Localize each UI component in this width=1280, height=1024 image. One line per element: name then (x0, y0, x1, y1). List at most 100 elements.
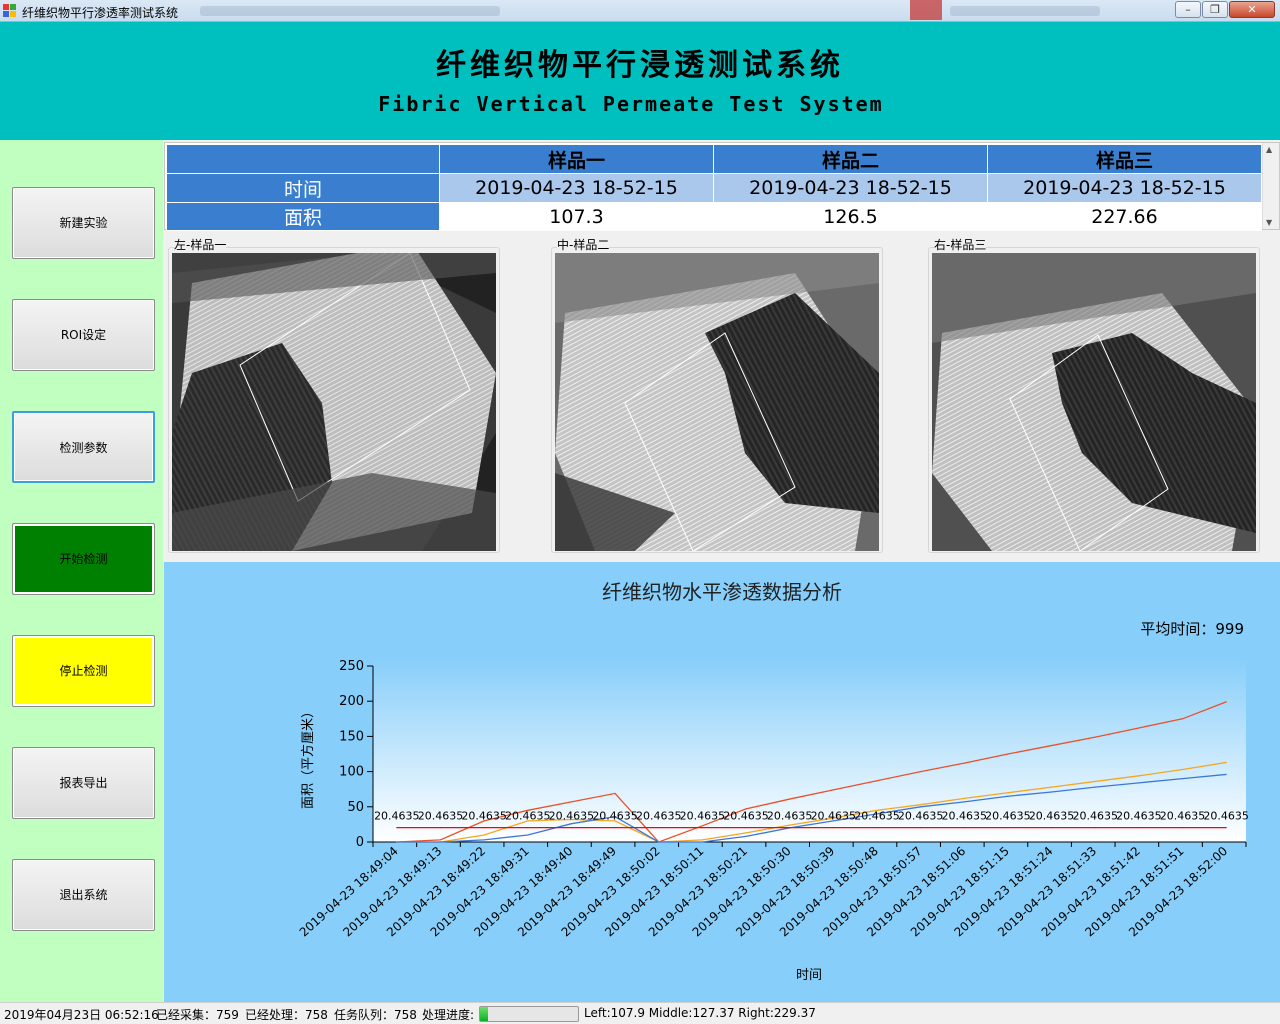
data-label: 20.4635 (461, 810, 507, 823)
progress-bar-fill (480, 1007, 488, 1021)
data-point (1007, 792, 1009, 794)
data-label: 20.4635 (374, 810, 420, 823)
column-header-sample3[interactable]: 样品三 (987, 144, 1262, 174)
stop-detection-button[interactable]: 停止检测 (12, 635, 155, 707)
middle-sample-panel: 中-样品二 (551, 236, 883, 553)
right-sample-label: 右-样品三 (934, 236, 987, 253)
column-header-sample2[interactable]: 样品二 (713, 144, 988, 174)
new-experiment-button[interactable]: 新建实验 (12, 187, 155, 259)
data-label: 20.4635 (418, 810, 464, 823)
data-label: 20.4635 (636, 810, 682, 823)
row-header-area[interactable]: 面积 (166, 202, 440, 231)
grid-scrollbar[interactable]: ▲ ▼ (1262, 143, 1279, 229)
scroll-up-arrow-icon[interactable]: ▲ (1266, 145, 1272, 154)
data-point (1050, 791, 1053, 793)
data-point (963, 762, 965, 764)
data-point (527, 834, 529, 836)
data-label: 20.4635 (942, 810, 988, 823)
y-tick-label: 200 (339, 694, 364, 709)
data-label: 20.4635 (1072, 810, 1118, 823)
data-point (1181, 768, 1184, 771)
detection-params-button[interactable]: 检测参数 (12, 411, 155, 483)
data-point (1225, 761, 1227, 764)
data-point (570, 826, 573, 829)
right-sample-panel: 右-样品三 (928, 236, 1260, 553)
system-title-cn: 纤维织物平行浸透测试系统 (436, 48, 844, 83)
data-point (1007, 753, 1009, 755)
y-tick-label: 150 (339, 729, 364, 744)
status-queue: 任务队列：758 (334, 1008, 417, 1022)
data-point (920, 826, 922, 829)
export-report-button[interactable]: 报表导出 (12, 747, 155, 819)
data-point (1094, 786, 1096, 788)
data-label: 20.4635 (898, 810, 944, 823)
data-point (439, 839, 442, 841)
data-point (701, 825, 703, 827)
grid-cell[interactable]: 2019-04-23 18-52-15 (987, 173, 1262, 203)
data-point (1225, 701, 1227, 703)
left-sample-image (172, 253, 496, 551)
background-blur (200, 6, 500, 16)
scroll-down-arrow-icon[interactable]: ▼ (1266, 218, 1272, 227)
data-point (1181, 778, 1184, 780)
data-point (570, 801, 573, 803)
window-titlebar: 纤维织物平行渗透率测试系统 – ❐ ✕ (0, 0, 1280, 22)
grid-cell[interactable]: 2019-04-23 18-52-15 (713, 173, 988, 203)
background-blur (910, 0, 942, 20)
data-point (876, 780, 878, 782)
line-chart: 0501001502002502019-04-23 18:49:042019-0… (297, 658, 1249, 983)
data-point (1225, 826, 1227, 829)
status-collected: 已经采集：759 (156, 1008, 239, 1022)
results-table: 样品一 样品二 样品三 时间 2019-04-23 18-52-15 2019-… (166, 144, 1262, 231)
data-label: 20.4635 (1160, 810, 1206, 823)
data-point (789, 824, 791, 826)
data-point (701, 841, 703, 843)
y-tick-label: 0 (356, 835, 364, 850)
data-point (1094, 826, 1096, 829)
data-point (920, 806, 922, 808)
data-point (963, 801, 965, 803)
app-icon (3, 4, 17, 18)
grid-cell[interactable]: 2019-04-23 18-52-15 (439, 173, 714, 203)
results-grid[interactable]: 样品一 样品二 样品三 时间 2019-04-23 18-52-15 2019-… (164, 142, 1280, 231)
status-progress-label: 处理进度: (422, 1008, 475, 1022)
maximize-button[interactable]: ❐ (1202, 1, 1228, 18)
middle-sample-image (555, 253, 879, 551)
data-point (745, 826, 747, 829)
data-point (701, 826, 703, 829)
data-point (963, 797, 965, 799)
data-point (789, 826, 791, 829)
data-label: 20.4635 (854, 810, 900, 823)
grid-cell[interactable]: 107.3 (439, 202, 714, 231)
y-tick-label: 100 (339, 765, 364, 780)
right-sample-image (932, 253, 1256, 551)
middle-sample-label: 中-样品二 (557, 236, 610, 253)
background-blur (950, 6, 1100, 16)
data-point (832, 789, 834, 791)
data-point (1138, 782, 1140, 784)
minimize-button[interactable]: – (1175, 1, 1201, 18)
left-sample-label: 左-样品一 (174, 236, 227, 253)
data-point (745, 832, 747, 834)
start-detection-button[interactable]: 开始检测 (12, 523, 155, 595)
data-point (1181, 718, 1184, 720)
status-readout: Left:107.9 Middle:127.37 Right:229.37 (584, 1006, 816, 1020)
data-point (658, 826, 660, 829)
data-label: 20.4635 (1116, 810, 1162, 823)
exit-system-button[interactable]: 退出系统 (12, 859, 155, 931)
data-point (1050, 744, 1053, 747)
row-header-time[interactable]: 时间 (166, 173, 440, 203)
data-point (1007, 795, 1009, 797)
close-button[interactable]: ✕ (1229, 1, 1275, 18)
system-title-en: Fibric Vertical Permeate Test System (378, 92, 884, 116)
data-point (396, 826, 398, 829)
grid-cell[interactable]: 227.66 (987, 202, 1262, 231)
column-header-sample1[interactable]: 样品一 (439, 144, 714, 174)
data-point (876, 826, 878, 829)
roi-settings-button[interactable]: ROI设定 (12, 299, 155, 371)
header-banner: 纤维织物平行浸透测试系统 Fibric Vertical Permeate Te… (0, 22, 1280, 140)
data-point (570, 823, 573, 825)
data-point (1138, 775, 1140, 777)
x-axis-label: 时间 (796, 968, 822, 983)
grid-cell[interactable]: 126.5 (713, 202, 988, 231)
